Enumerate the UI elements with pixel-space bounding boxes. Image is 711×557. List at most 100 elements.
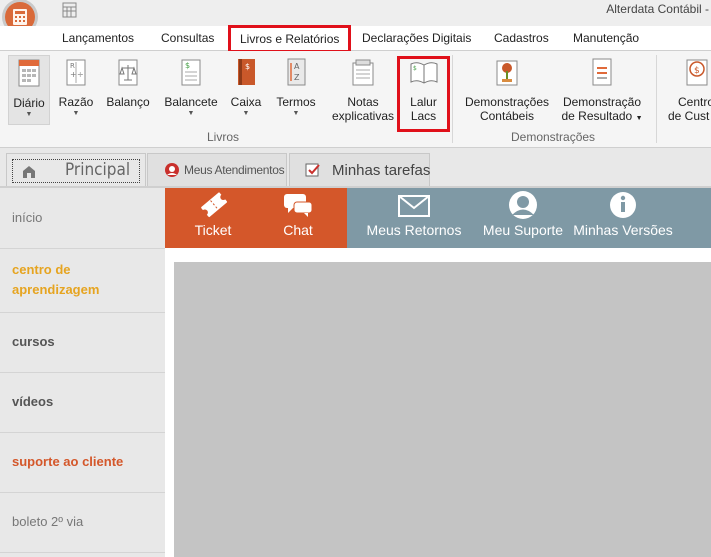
caixa-button[interactable]: $ Caixa ▼ (228, 55, 264, 119)
tab-meus-atendimentos[interactable]: Meus Atendimentos (147, 153, 287, 186)
ribbon-panel: Diário ▼ R + ÷ Razão ▼ Balanço $ Balancete… (0, 51, 711, 148)
chevron-down-icon: ▼ (187, 110, 195, 117)
demonstracoes-group-label: Demonstrações (511, 130, 596, 144)
nav-item-label: boleto 2º via (12, 514, 84, 529)
centro-label-line2: de Cust (668, 109, 710, 123)
balancete-document-icon: $ (175, 55, 207, 89)
tab-manutencao[interactable]: Manutenção (573, 26, 639, 51)
diario-label: Diário (13, 96, 45, 110)
user-icon (479, 188, 567, 222)
ticket-button[interactable]: Ticket (183, 188, 243, 248)
tab-consultas[interactable]: Consultas (161, 26, 214, 51)
minhas-versoes-label: Minhas Versões (573, 222, 673, 238)
meu-suporte-button[interactable]: Meu Suporte (479, 188, 567, 248)
tab-cadastros[interactable]: Cadastros (494, 26, 549, 51)
tab-minhas-tarefas[interactable]: Minhas tarefas (289, 153, 430, 186)
nav-item-label: centro de aprendizagem (12, 262, 100, 297)
caixa-label: Caixa (230, 95, 262, 109)
tab-lancamentos[interactable]: Lançamentos (62, 26, 134, 51)
diario-book-icon (13, 56, 45, 90)
minhas-versoes-button[interactable]: Minhas Versões (573, 188, 673, 248)
document-tab-bar: Principal Meus Atendimentos Minhas taref… (0, 148, 711, 188)
chevron-down-icon: ▼ (25, 111, 33, 118)
chevron-down-icon: ▼ (635, 115, 643, 122)
info-icon (573, 188, 673, 222)
resultado-label-line2: de Resultado ▼ (561, 109, 643, 126)
chevron-down-icon: ▼ (292, 110, 300, 117)
tab-minhas-tarefas-label: Minhas tarefas (332, 162, 431, 179)
balancete-label: Balancete (164, 95, 218, 109)
notas-explicativas-button[interactable]: Notas explicativas (331, 55, 395, 123)
balanco-label: Balanço (106, 95, 150, 109)
tab-principal-label: Principal (65, 160, 131, 180)
demonstracoes-label-line2: Contábeis (479, 109, 535, 123)
ribbon-tab-bar: Lançamentos Consultas Livros e Relatório… (0, 25, 711, 53)
notas-label-line2: explicativas (331, 109, 395, 123)
open-book-icon: $ (408, 55, 440, 89)
chevron-down-icon: ▼ (72, 110, 80, 117)
meus-retornos-button[interactable]: Meus Retornos (364, 188, 464, 248)
nav-item-centro-de-aprendizagem[interactable]: centro de aprendizagem (0, 249, 165, 313)
notes-icon (347, 55, 379, 89)
nav-item-label: cursos (12, 334, 55, 349)
home-icon (21, 163, 37, 182)
razao-label: Razão (58, 95, 94, 109)
chat-label: Chat (283, 222, 313, 238)
nav-item-suporte-ao-cliente[interactable]: suporte ao cliente (0, 433, 165, 493)
calculator-grid-icon[interactable] (62, 2, 78, 18)
lalur-lacs-button[interactable]: $ Lalur Lacs (400, 55, 447, 123)
cash-book-icon: $ (230, 55, 262, 89)
balanco-button[interactable]: Balanço (104, 55, 152, 109)
tab-meus-atendimentos-label: Meus Atendimentos (184, 163, 285, 177)
lalur-label-line1: Lalur (410, 95, 437, 109)
svg-text:$: $ (245, 62, 250, 71)
ticket-label: Ticket (194, 222, 232, 238)
centro-de-custo-button[interactable]: $ Centro de Cust (668, 55, 711, 123)
tab-livros-e-relatorios[interactable]: Livros e Relatórios (228, 25, 352, 53)
lalur-label-line2: Lacs (410, 109, 437, 123)
result-document-icon (586, 55, 618, 89)
razao-button[interactable]: R + ÷ Razão ▼ (58, 55, 94, 119)
chevron-down-icon: ▼ (242, 110, 250, 117)
svg-text:$: $ (413, 65, 417, 72)
tab-declaracoes-digitais[interactable]: Declarações Digitais (362, 26, 471, 51)
meu-suporte-label: Meu Suporte (482, 222, 564, 238)
group-divider (656, 55, 657, 143)
svg-text:$: $ (185, 61, 190, 70)
chat-button[interactable]: Chat (270, 188, 326, 248)
svg-text:Z: Z (294, 73, 300, 82)
title-bar: Alterdata Contábil - (0, 0, 711, 35)
chat-bubbles-icon (270, 188, 326, 222)
nav-item-label: suporte ao cliente (12, 454, 124, 469)
group-divider (452, 55, 453, 143)
svg-text:R: R (70, 62, 75, 70)
dollar-coin-icon: $ (682, 55, 711, 89)
nav-item-boleto[interactable]: boleto 2º via (0, 493, 165, 553)
tab-principal[interactable]: Principal (6, 153, 146, 186)
demonstracao-resultado-button[interactable]: Demonstração de Resultado ▼ (561, 55, 643, 126)
envelope-icon (364, 188, 464, 222)
money-tree-icon (491, 55, 523, 89)
svg-text:$: $ (694, 66, 700, 76)
demonstracoes-contabeis-button[interactable]: Demonstrações Contábeis (464, 55, 550, 123)
nav-item-label: início (12, 210, 43, 225)
checkbox-icon (305, 162, 321, 181)
nav-item-inicio[interactable]: início (0, 188, 165, 249)
nav-item-videos[interactable]: vídeos (0, 373, 165, 433)
balancete-button[interactable]: $ Balancete ▼ (163, 55, 219, 119)
termos-label: Termos (276, 95, 316, 109)
resultado-label-line2-text: de Resultado (561, 109, 633, 123)
termos-button[interactable]: AZ Termos ▼ (275, 55, 317, 119)
nav-item-cursos[interactable]: cursos (0, 313, 165, 373)
resultado-label-line1: Demonstração (562, 95, 642, 109)
diario-button[interactable]: Diário ▼ (8, 55, 50, 125)
scale-icon (112, 55, 144, 89)
content-placeholder-panel (174, 262, 711, 557)
svg-text:÷: ÷ (77, 70, 84, 79)
centro-label-line1: Centro (678, 95, 711, 109)
livros-group-label: Livros (207, 130, 240, 144)
window-title: Alterdata Contábil - (606, 2, 709, 16)
support-agent-icon (164, 162, 180, 181)
demonstracoes-label-line1: Demonstrações (464, 95, 550, 109)
sort-az-icon: AZ (280, 55, 312, 89)
